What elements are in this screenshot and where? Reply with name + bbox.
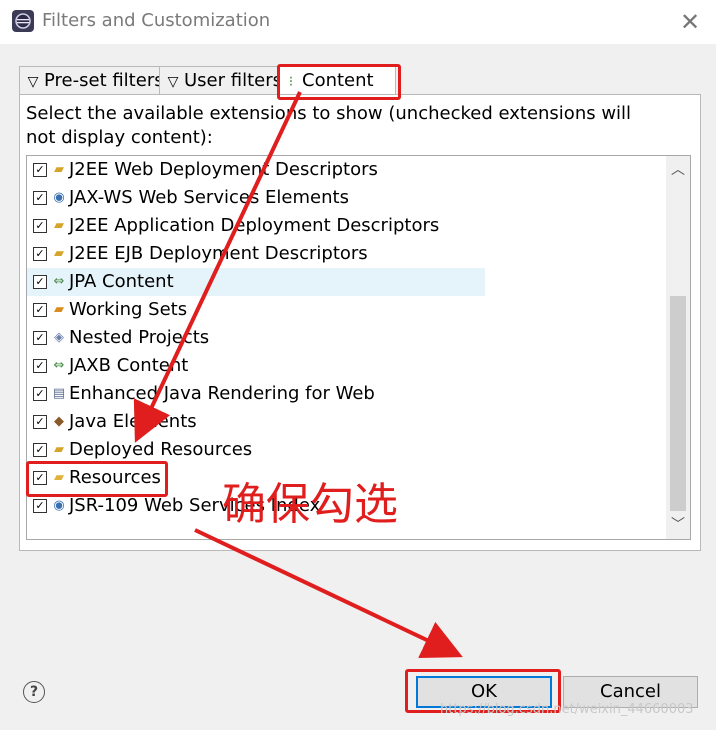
folder-icon: ▰ — [54, 442, 64, 457]
extension-label: J2EE Web Deployment Descriptors — [69, 159, 378, 180]
filters-dialog: Filters and Customization ✕ ▽ Pre-set fil… — [0, 0, 716, 730]
extension-label: JPA Content — [69, 271, 174, 292]
background-editor-strip — [716, 0, 723, 730]
vertical-scrollbar[interactable]: ︿ ﹀ — [666, 156, 690, 539]
extension-checkbox[interactable]: ✓ — [33, 359, 47, 373]
extension-label: Working Sets — [69, 299, 188, 320]
webservice-icon: ◉ — [53, 498, 65, 513]
folder-icon: ▰ — [54, 218, 64, 233]
extension-checkbox[interactable]: ✓ — [33, 387, 47, 401]
folder-icon: ▰ — [54, 246, 64, 261]
extension-row[interactable]: ✓ ⇔ JPA Content — [27, 268, 485, 296]
extension-row[interactable]: ✓ ▤ Enhanced Java Rendering for Web — [27, 380, 667, 408]
extension-label: JAX-WS Web Services Elements — [69, 187, 349, 208]
extension-row[interactable]: ✓ ▰ J2EE EJB Deployment Descriptors — [27, 240, 667, 268]
close-icon[interactable]: ✕ — [676, 8, 704, 36]
instructions-text: Select the available extensions to show … — [26, 103, 632, 148]
extension-label: Enhanced Java Rendering for Web — [69, 383, 375, 404]
annotation-text: 确保勾选 — [222, 479, 398, 530]
extension-label: J2EE Application Deployment Descriptors — [69, 215, 440, 236]
dialog-title: Filters and Customization — [42, 10, 271, 31]
extension-checkbox[interactable]: ✓ — [33, 275, 47, 289]
filter-icon: ▽ — [27, 74, 39, 90]
scroll-up-icon[interactable]: ︿ — [666, 158, 690, 182]
extension-checkbox[interactable]: ✓ — [33, 247, 47, 261]
scrollbar-thumb[interactable] — [670, 296, 686, 511]
extension-row[interactable]: ✓ ▰ J2EE Application Deployment Descriptor… — [27, 212, 667, 240]
extension-checkbox[interactable]: ✓ — [33, 499, 47, 513]
tab-label: Pre-set filters — [44, 70, 164, 91]
extension-checkbox[interactable]: ✓ — [33, 191, 47, 205]
extension-label: Java Elements — [69, 411, 197, 432]
extension-row[interactable]: ✓ ⇔ JAXB Content — [27, 352, 667, 380]
jaxb-icon: ⇔ — [53, 358, 65, 373]
tab-label: User filters — [184, 70, 282, 91]
extension-row[interactable]: ✓ ◉ JAX-WS Web Services Elements — [27, 184, 667, 212]
annotation-box-content-tab — [277, 64, 401, 100]
java-elements-icon: ◆ — [54, 414, 64, 429]
extension-label: JAXB Content — [69, 355, 189, 376]
java-file-icon: ▤ — [52, 386, 66, 401]
extension-row[interactable]: ✓ ▰ J2EE Web Deployment Descriptors — [27, 156, 667, 184]
extension-label: J2EE EJB Deployment Descriptors — [69, 243, 368, 264]
jpa-icon: ⇔ — [53, 274, 65, 289]
extension-label: Nested Projects — [69, 327, 210, 348]
extension-row[interactable]: ✓ ▰ Deployed Resources — [27, 436, 667, 464]
filter-icon: ▽ — [167, 74, 179, 90]
working-sets-icon: ▰ — [54, 302, 64, 317]
tab-preset-filters[interactable]: ▽ Pre-set filters — [19, 66, 164, 94]
watermark: https://blog.csdn.net/weixin_44660003 — [440, 702, 694, 717]
nested-projects-icon: ◈ — [54, 330, 64, 345]
extension-row[interactable]: ✓ ◆ Java Elements — [27, 408, 667, 436]
extension-checkbox[interactable]: ✓ — [33, 303, 47, 317]
extension-row[interactable]: ✓ ▰ Working Sets — [27, 296, 667, 324]
title-bar: Filters and Customization ✕ — [0, 0, 716, 44]
extension-checkbox[interactable]: ✓ — [33, 219, 47, 233]
folder-icon: ▰ — [54, 162, 64, 177]
extension-checkbox[interactable]: ✓ — [33, 331, 47, 345]
help-icon[interactable]: ? — [23, 681, 45, 703]
annotation-box-resources — [26, 461, 168, 497]
extension-checkbox[interactable]: ✓ — [33, 443, 47, 457]
scroll-down-icon[interactable]: ﹀ — [666, 513, 690, 537]
webservice-icon: ◉ — [53, 190, 65, 205]
extension-label: Deployed Resources — [69, 439, 253, 460]
extension-row[interactable]: ✓ ◈ Nested Projects — [27, 324, 667, 352]
extension-checkbox[interactable]: ✓ — [33, 415, 47, 429]
extension-checkbox[interactable]: ✓ — [33, 163, 47, 177]
eclipse-app-icon — [12, 10, 34, 32]
tab-user-filters[interactable]: ▽ User filters — [159, 66, 282, 94]
